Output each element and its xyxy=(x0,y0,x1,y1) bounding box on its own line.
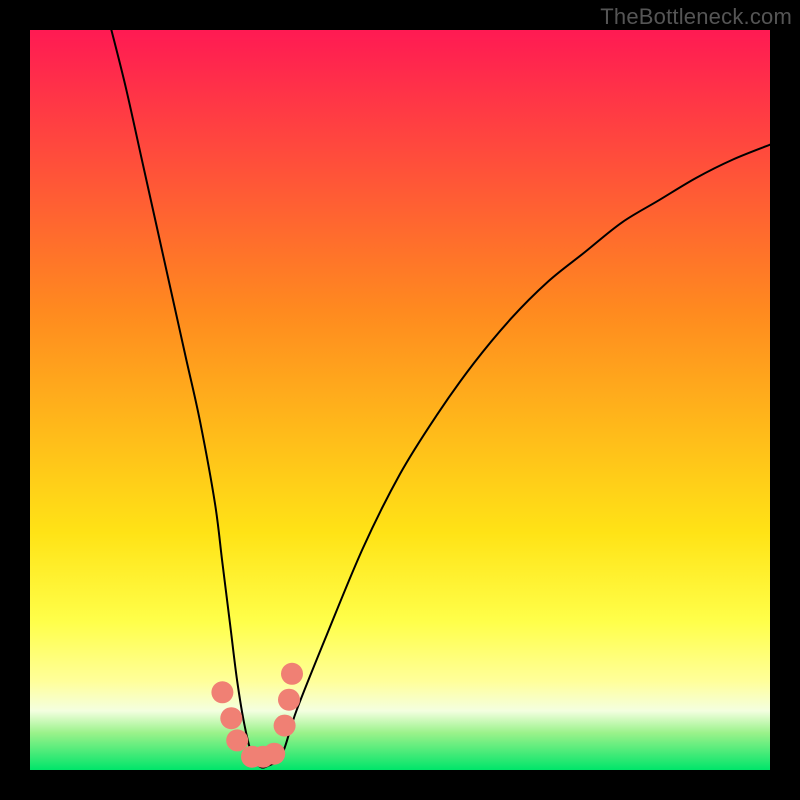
chart-svg xyxy=(30,30,770,770)
curve-marker xyxy=(220,707,242,729)
chart-plot-area xyxy=(30,30,770,770)
curve-marker xyxy=(263,743,285,765)
chart-frame: TheBottleneck.com xyxy=(0,0,800,800)
curve-marker xyxy=(278,689,300,711)
curve-marker xyxy=(274,715,296,737)
watermark-text: TheBottleneck.com xyxy=(600,4,792,30)
curve-marker xyxy=(281,663,303,685)
curve-marker xyxy=(226,729,248,751)
gradient-background xyxy=(30,30,770,770)
curve-marker xyxy=(211,681,233,703)
